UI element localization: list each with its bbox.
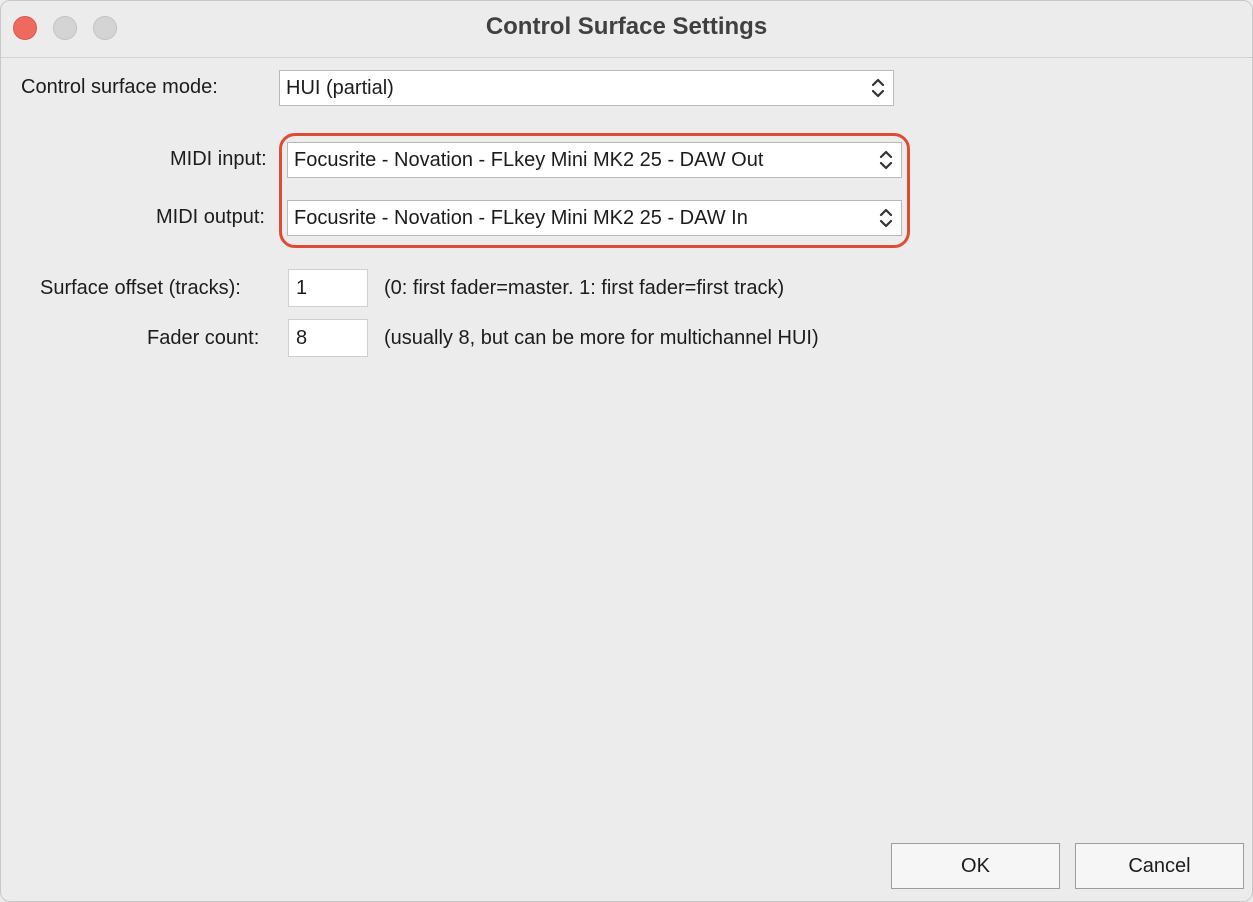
cancel-button[interactable]: Cancel bbox=[1075, 843, 1244, 889]
title-bar: Control Surface Settings bbox=[1, 1, 1252, 58]
control-surface-mode-select[interactable]: HUI (partial) bbox=[279, 70, 894, 106]
midi-output-label: MIDI output: bbox=[156, 206, 265, 228]
fader-count-hint: (usually 8, but can be more for multicha… bbox=[384, 327, 819, 349]
up-down-chevron-icon bbox=[871, 78, 885, 98]
midi-input-label: MIDI input: bbox=[170, 148, 267, 170]
surface-offset-label: Surface offset (tracks): bbox=[40, 277, 241, 299]
fader-count-input[interactable]: 8 bbox=[288, 319, 368, 357]
control-surface-settings-window: Control Surface Settings Control surface… bbox=[0, 0, 1253, 902]
window-title: Control Surface Settings bbox=[485, 13, 768, 40]
surface-offset-hint: (0: first fader=master. 1: first fader=f… bbox=[384, 277, 785, 299]
control-surface-mode-label: Control surface mode: bbox=[21, 76, 218, 98]
midi-highlight-annotation bbox=[279, 133, 910, 248]
fader-count-label: Fader count: bbox=[147, 327, 260, 349]
surface-offset-input[interactable]: 1 bbox=[288, 269, 368, 307]
ok-button[interactable]: OK bbox=[891, 843, 1060, 889]
control-surface-mode-value: HUI (partial) bbox=[286, 77, 394, 99]
